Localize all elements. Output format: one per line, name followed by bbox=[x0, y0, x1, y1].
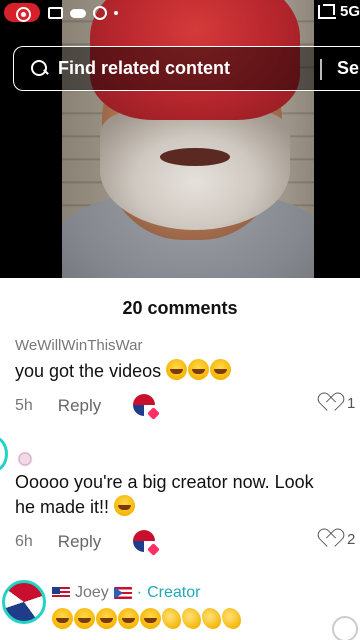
notification-dot-icon bbox=[114, 11, 118, 15]
comment-text-line1: Ooooo you're a big creator now. Look bbox=[15, 472, 314, 492]
screen-record-icon[interactable] bbox=[4, 3, 40, 22]
avatar[interactable] bbox=[2, 580, 46, 624]
comment-text: you got the videos bbox=[15, 359, 232, 384]
signal-icon bbox=[317, 3, 336, 19]
person-beard bbox=[100, 110, 290, 230]
clapping-emoji-icon bbox=[222, 608, 241, 629]
network-label: 5G bbox=[339, 3, 360, 20]
laughing-emoji-icon bbox=[96, 608, 117, 629]
search-divider bbox=[320, 59, 322, 80]
clapping-emoji-icon bbox=[202, 608, 221, 629]
reply-button[interactable]: Reply bbox=[58, 396, 101, 416]
search-bar[interactable]: Find related content Se bbox=[13, 46, 360, 91]
avatar[interactable] bbox=[0, 436, 8, 472]
search-input[interactable]: Find related content bbox=[58, 58, 230, 79]
creator-liked-avatar bbox=[133, 394, 155, 416]
like-count: 1 bbox=[347, 394, 356, 412]
like-button[interactable]: 1 bbox=[322, 394, 355, 412]
laughing-emoji-icon bbox=[188, 359, 210, 380]
laughing-emoji-icon bbox=[210, 359, 232, 380]
cast-icon bbox=[48, 7, 63, 19]
video-preview[interactable] bbox=[0, 0, 360, 278]
comment-text-content: you got the videos bbox=[15, 361, 162, 381]
comments-title: 20 comments bbox=[122, 298, 238, 318]
clapping-emoji-icon bbox=[182, 608, 201, 629]
comment-text: he made it!! bbox=[15, 495, 136, 520]
comment-username[interactable]: Joey · Creator bbox=[52, 584, 200, 602]
reply-button[interactable]: Reply bbox=[58, 532, 101, 552]
cloud-icon bbox=[70, 8, 86, 18]
laughing-emoji-icon bbox=[74, 608, 95, 629]
sync-icon bbox=[93, 6, 107, 20]
comment-meta: 6h Reply bbox=[15, 532, 101, 552]
comment-age: 6h bbox=[15, 533, 33, 550]
status-bar: 5G bbox=[0, 0, 360, 26]
comment-username[interactable]: WeWillWinThisWar bbox=[15, 337, 143, 354]
heart-icon bbox=[322, 394, 342, 412]
pr-flag-icon bbox=[113, 587, 132, 599]
username-label: Joey bbox=[75, 584, 109, 601]
like-count: 2 bbox=[347, 530, 356, 548]
person-mouth bbox=[160, 148, 230, 166]
heart-icon bbox=[322, 530, 342, 548]
clapping-emoji-icon bbox=[162, 608, 181, 629]
search-icon bbox=[31, 60, 48, 77]
search-button[interactable]: Se bbox=[337, 58, 359, 79]
laughing-emoji-icon bbox=[118, 608, 139, 629]
comments-sheet: 20 comments WeWillWinThisWar you got the… bbox=[0, 278, 360, 640]
comment-age: 5h bbox=[15, 397, 33, 414]
laughing-emoji-icon bbox=[52, 608, 73, 629]
loading-icon bbox=[332, 616, 358, 640]
comment-text-line2: he made it!! bbox=[15, 497, 110, 517]
separator-dot: · bbox=[136, 584, 143, 601]
creator-liked-avatar bbox=[133, 530, 155, 552]
like-button[interactable]: 2 bbox=[322, 530, 355, 548]
laughing-emoji-icon bbox=[140, 608, 161, 629]
laughing-emoji-icon bbox=[166, 359, 188, 380]
us-flag-icon bbox=[52, 587, 70, 599]
creator-label: Creator bbox=[147, 584, 201, 601]
comment-text bbox=[52, 608, 242, 631]
comment-meta: 5h Reply bbox=[15, 396, 101, 416]
laughing-emoji-icon bbox=[114, 495, 136, 516]
video-frame bbox=[62, 0, 314, 278]
user-badge-icon bbox=[16, 450, 34, 468]
